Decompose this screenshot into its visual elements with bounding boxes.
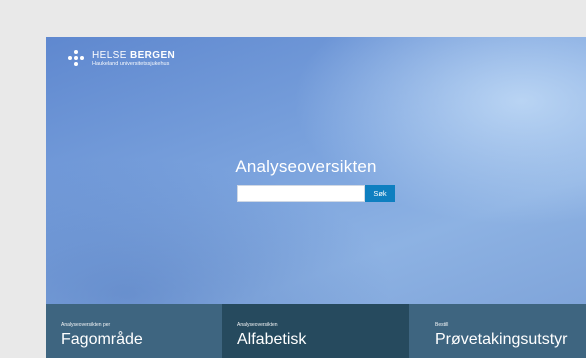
brand-subtitle: Haukeland universitetssjukehus — [92, 60, 170, 67]
hero-panel: HELSE BERGEN Haukeland universitetssjuke… — [46, 37, 586, 358]
brand-text: HELSE BERGEN Haukeland universitetssjuke… — [92, 49, 176, 68]
tile-fagomrade-label: Fagområde — [61, 331, 143, 348]
tile-provetakingsutstyr-caption: Bestill — [435, 322, 449, 328]
search-form: Søk — [237, 185, 395, 202]
tile-alfabetisk-label: Alfabetisk — [237, 331, 307, 348]
page-background: HELSE BERGEN Haukeland universitetssjuke… — [0, 0, 586, 358]
search-input[interactable] — [237, 185, 365, 202]
search-button[interactable]: Søk — [365, 185, 395, 202]
brand-title: HELSE BERGEN — [92, 49, 176, 61]
brand-title-light: HELSE — [92, 49, 127, 61]
tile-fagomrade-caption: Analyseoversikten per — [61, 322, 111, 328]
tile-provetakingsutstyr[interactable]: Bestill Prøvetakingsutstyr — [409, 304, 586, 358]
brand-title-bold: BERGEN — [129, 49, 176, 61]
page-title: Analyseoversikten — [235, 157, 377, 176]
tile-provetakingsutstyr-label: Prøvetakingsutstyr — [435, 331, 568, 348]
helse-bergen-logo-icon — [66, 49, 86, 69]
tile-fagomrade[interactable]: Analyseoversikten per Fagområde — [46, 304, 222, 358]
nav-tiles: Analyseoversikten per Fagområde Analyseo… — [46, 304, 586, 358]
brand-logo[interactable]: HELSE BERGEN Haukeland universitetssjuke… — [66, 49, 175, 69]
tile-alfabetisk[interactable]: Analyseoversikten Alfabetisk — [222, 304, 409, 358]
tile-alfabetisk-caption: Analyseoversikten — [237, 322, 278, 328]
